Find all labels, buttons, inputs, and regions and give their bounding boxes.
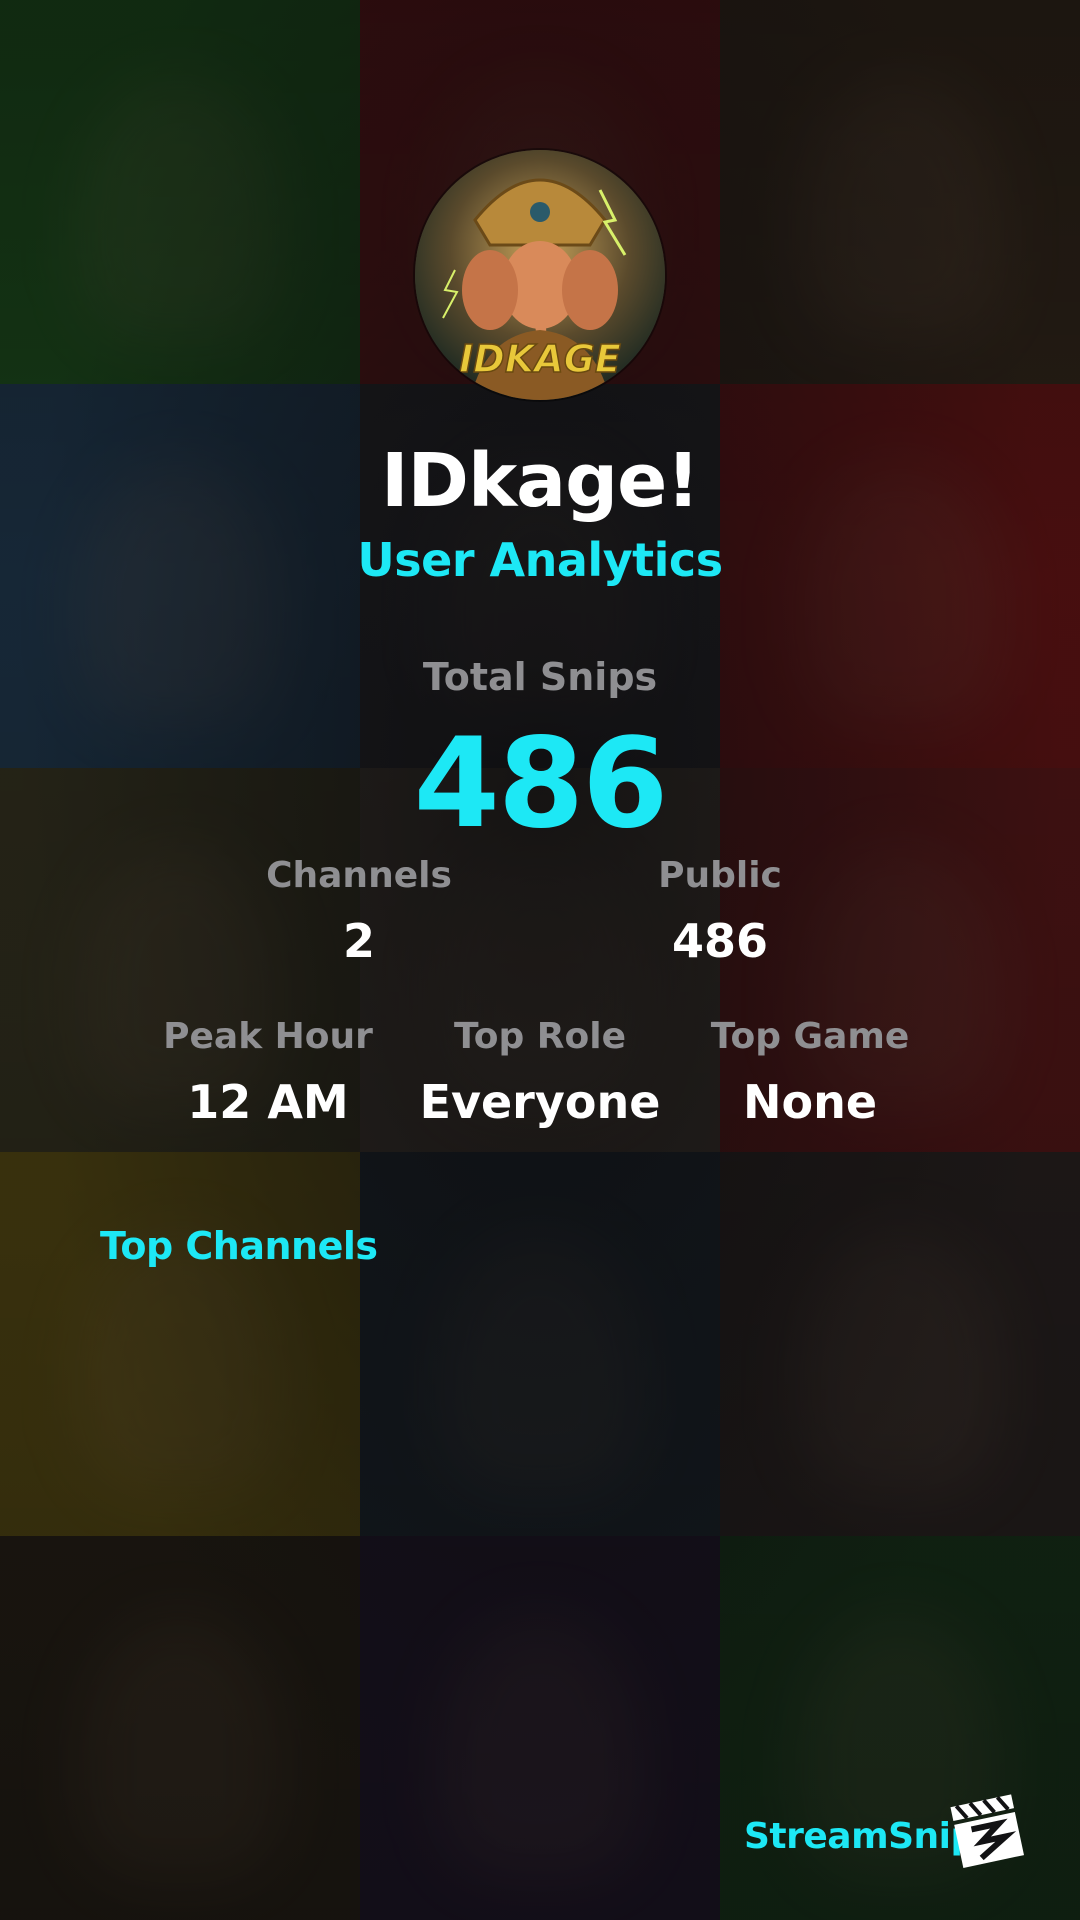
stat-label: Top Role [453,1016,627,1057]
stat-channels: Channels 2 [209,855,509,968]
stat-label: Channels [266,855,452,896]
stat-label: Top Game [710,1016,910,1057]
stat-top-game: Top Game None [660,1016,960,1129]
top-channels-heading: Top Channels [100,1224,378,1268]
page-subtitle: User Analytics [357,533,723,587]
username: IDkage! [380,438,700,524]
stat-label: Peak Hour [163,1016,373,1057]
content-layer: IDKAGE IDkage! User Analytics Total Snip… [0,0,1080,1920]
clapperboard-icon [948,1790,1028,1870]
total-snips-value: 486 [413,712,669,856]
brand-name: StreamSnip [744,1816,976,1857]
avatar-logo-text: IDKAGE [458,336,621,382]
stat-peak-hour: Peak Hour 12 AM [118,1016,418,1129]
stat-value: 12 AM [187,1075,349,1129]
svg-text:IDKAGE: IDKAGE [459,337,621,381]
stat-value: None [742,1075,878,1129]
stat-value: 2 [342,914,375,968]
total-snips-label: Total Snips [422,655,658,699]
stat-public: Public 486 [570,855,870,968]
stat-value: 486 [671,914,769,968]
avatar: IDKAGE [415,150,665,400]
analytics-card: IDKAGE IDkage! User Analytics Total Snip… [0,0,1080,1920]
stat-label: Public [658,855,782,896]
stat-top-role: Top Role Everyone [390,1016,690,1129]
stat-value: Everyone [419,1075,661,1129]
